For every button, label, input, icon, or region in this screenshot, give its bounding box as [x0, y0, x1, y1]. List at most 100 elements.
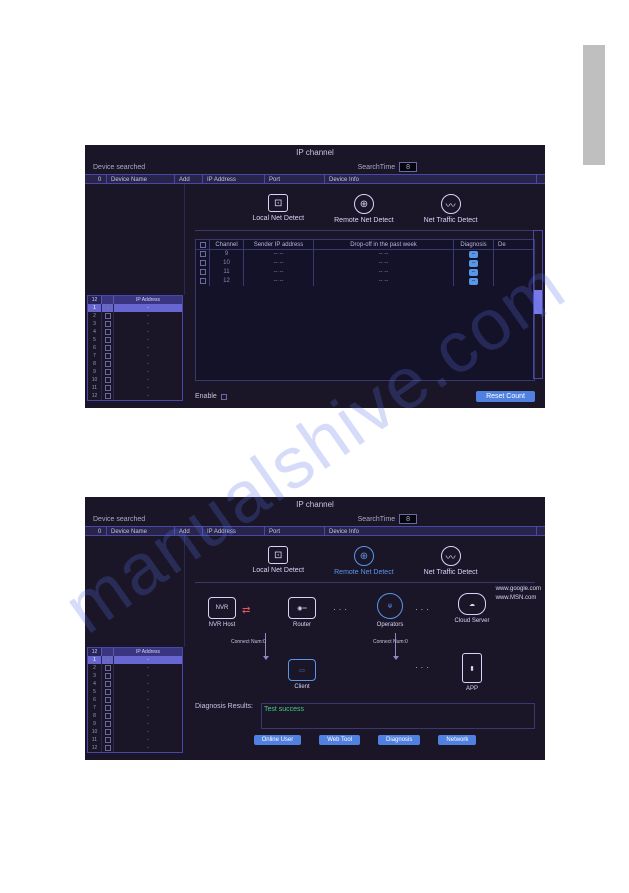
ip-list-row[interactable]: 7-: [88, 352, 182, 360]
row-checkbox[interactable]: [105, 305, 111, 311]
ip-list-row[interactable]: 10-: [88, 376, 182, 384]
row-checkbox[interactable]: [200, 269, 206, 275]
ip-list-row[interactable]: 6-: [88, 344, 182, 352]
row-checkbox[interactable]: [105, 729, 111, 735]
tab-local-net-detect[interactable]: ⊡ Local Net Detect: [252, 546, 304, 576]
ip-list-row[interactable]: 11-: [88, 384, 182, 392]
col-device-name[interactable]: Device Name: [107, 175, 175, 183]
ip-list-row[interactable]: 9-: [88, 720, 182, 728]
ip-list-row[interactable]: 1-: [88, 656, 182, 664]
row-checkbox[interactable]: [105, 345, 111, 351]
row-checkbox[interactable]: [105, 689, 111, 695]
window-title: IP channel: [85, 145, 545, 160]
row-checkbox[interactable]: [200, 260, 206, 266]
ip-list-row[interactable]: 11-: [88, 736, 182, 744]
row-checkbox[interactable]: [105, 721, 111, 727]
row-checkbox[interactable]: [105, 385, 111, 391]
row-checkbox[interactable]: [200, 278, 206, 284]
col-add[interactable]: Add: [175, 527, 203, 535]
enable-checkbox[interactable]: [221, 394, 227, 400]
ip-list-row[interactable]: 12-: [88, 392, 182, 400]
ip-list-row[interactable]: 4-: [88, 328, 182, 336]
row-checkbox[interactable]: [105, 737, 111, 743]
tab-remote-net-detect[interactable]: ⊕ Remote Net Detect: [334, 546, 394, 576]
row-checkbox[interactable]: [105, 657, 111, 663]
row-checkbox[interactable]: [105, 329, 111, 335]
device-list-header: 0 Device Name Add IP Address Port Device…: [85, 174, 545, 184]
row-checkbox[interactable]: [105, 377, 111, 383]
ip-list-count: 12: [88, 296, 102, 304]
device-searched-label: Device searched: [93, 516, 213, 523]
connect-num-2: Connect Num:0: [373, 639, 409, 646]
node-client: ▭ Client: [275, 659, 329, 690]
ip-list-row[interactable]: 12-: [88, 744, 182, 752]
table-row[interactable]: 11-- ---- ----: [196, 268, 534, 277]
col-add[interactable]: Add: [175, 175, 203, 183]
diag-badge[interactable]: --: [469, 260, 478, 267]
ip-list-row[interactable]: 2-: [88, 312, 182, 320]
ip-list-row[interactable]: 9-: [88, 368, 182, 376]
row-checkbox[interactable]: [105, 393, 111, 399]
diagnosis-button[interactable]: Diagnosis: [378, 735, 420, 745]
row-checkbox[interactable]: [105, 673, 111, 679]
ip-list-row[interactable]: 5-: [88, 688, 182, 696]
ip-list-row[interactable]: 4-: [88, 680, 182, 688]
tab-local-net-detect[interactable]: ⊡ Local Net Detect: [252, 194, 304, 224]
table-row[interactable]: 9-- ---- ----: [196, 250, 534, 259]
row-checkbox[interactable]: [105, 337, 111, 343]
table-row[interactable]: 12-- ---- ----: [196, 277, 534, 286]
ip-list-row[interactable]: 6-: [88, 696, 182, 704]
scrollbar-thumb[interactable]: [534, 290, 542, 314]
diag-badge[interactable]: --: [469, 278, 478, 285]
tab-net-traffic-detect[interactable]: 〰 Net Traffic Detect: [424, 546, 478, 576]
row-checkbox[interactable]: [105, 313, 111, 319]
row-checkbox[interactable]: [105, 665, 111, 671]
row-checkbox[interactable]: [105, 705, 111, 711]
network-button[interactable]: Network: [438, 735, 476, 745]
globe-icon: ⊕: [354, 546, 374, 566]
col-ip[interactable]: IP Address: [203, 175, 265, 183]
table-row[interactable]: 10-- ---- ----: [196, 259, 534, 268]
col-device-info[interactable]: Device Info: [325, 175, 537, 183]
row-checkbox[interactable]: [105, 369, 111, 375]
search-time-input[interactable]: 8: [399, 514, 417, 524]
detect-tabs: ⊡ Local Net Detect ⊕ Remote Net Detect 〰…: [195, 194, 535, 231]
ip-list-row[interactable]: 5-: [88, 336, 182, 344]
reset-count-button[interactable]: Reset Count: [476, 391, 535, 402]
col-device-info[interactable]: Device Info: [325, 527, 537, 535]
row-checkbox[interactable]: [105, 361, 111, 367]
ip-list-row[interactable]: 2-: [88, 664, 182, 672]
scrollbar[interactable]: [533, 230, 543, 379]
ip-list-row[interactable]: 7-: [88, 704, 182, 712]
row-checkbox[interactable]: [105, 745, 111, 751]
col-channel: Channel: [210, 240, 244, 249]
row-checkbox[interactable]: [105, 713, 111, 719]
row-checkbox[interactable]: [105, 681, 111, 687]
tab-net-traffic-detect[interactable]: 〰 Net Traffic Detect: [424, 194, 478, 224]
row-checkbox[interactable]: [105, 321, 111, 327]
enable-label: Enable: [195, 393, 217, 400]
row-checkbox[interactable]: [105, 697, 111, 703]
ip-list-row[interactable]: 3-: [88, 320, 182, 328]
diag-badge[interactable]: --: [469, 251, 478, 258]
ip-list-row[interactable]: 10-: [88, 728, 182, 736]
diag-badge[interactable]: --: [469, 269, 478, 276]
col-port[interactable]: Port: [265, 527, 325, 535]
ip-list-row[interactable]: 8-: [88, 712, 182, 720]
web-tool-button[interactable]: Web Tool: [319, 735, 360, 745]
row-checkbox[interactable]: [200, 251, 206, 257]
ip-list-row[interactable]: 1-: [88, 304, 182, 312]
right-panel: ⊡ Local Net Detect ⊕ Remote Net Detect 〰…: [185, 184, 545, 403]
col-device-name[interactable]: Device Name: [107, 527, 175, 535]
online-user-button[interactable]: Online User: [254, 735, 302, 745]
ip-list-header: 12 IP Address: [88, 648, 182, 656]
select-all-checkbox[interactable]: [200, 242, 206, 248]
col-port[interactable]: Port: [265, 175, 325, 183]
node-nvr-host: NVR NVR Host: [195, 597, 249, 628]
col-ip[interactable]: IP Address: [203, 527, 265, 535]
tab-remote-net-detect[interactable]: ⊕ Remote Net Detect: [334, 194, 394, 224]
ip-list-row[interactable]: 3-: [88, 672, 182, 680]
row-checkbox[interactable]: [105, 353, 111, 359]
search-time-input[interactable]: 8: [399, 162, 417, 172]
ip-list-row[interactable]: 8-: [88, 360, 182, 368]
